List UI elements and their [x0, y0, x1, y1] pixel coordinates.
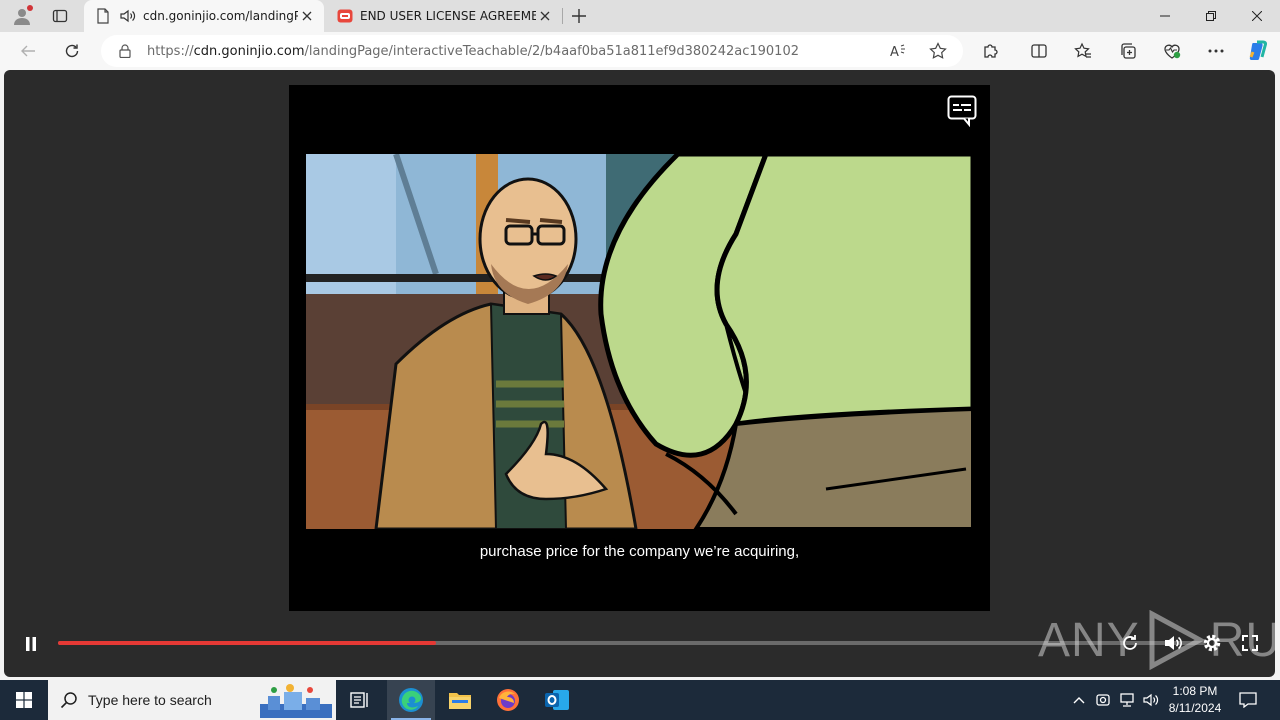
- url-scheme: https://: [147, 43, 194, 59]
- captions-icon: [947, 95, 977, 127]
- taskbar-file-explorer[interactable]: [436, 680, 484, 720]
- restore-icon: [1206, 11, 1216, 21]
- tab-actions-icon: [52, 9, 68, 23]
- restore-button[interactable]: [1188, 0, 1234, 32]
- meet-now-tray[interactable]: [1092, 680, 1114, 720]
- taskbar-edge[interactable]: [387, 680, 435, 720]
- fullscreen-button[interactable]: [1237, 630, 1263, 656]
- lock-icon[interactable]: [117, 43, 133, 59]
- collections-icon: [1121, 43, 1136, 59]
- minimize-icon: [1160, 15, 1170, 17]
- split-screen-button[interactable]: [1024, 36, 1054, 66]
- gear-icon: [1203, 634, 1221, 652]
- clock-time: 1:08 PM: [1172, 684, 1218, 698]
- close-tab-icon[interactable]: [298, 7, 316, 25]
- tab-actions-button[interactable]: [46, 4, 74, 28]
- volume-button[interactable]: [1160, 630, 1186, 656]
- back-arrow-icon: [21, 45, 35, 57]
- extensions-button[interactable]: [976, 36, 1006, 66]
- page-icon: [94, 7, 112, 25]
- close-window-button[interactable]: [1234, 0, 1280, 32]
- profile-button[interactable]: [9, 4, 35, 28]
- favorites-icon: [1074, 42, 1091, 58]
- firefox-icon: [497, 689, 519, 711]
- url-text: https://cdn.goninjio.com/landingPage/int…: [147, 44, 799, 59]
- favorites-button[interactable]: [1068, 36, 1098, 66]
- network-tray[interactable]: [1116, 680, 1138, 720]
- tab-bar: cdn.goninjio.com/landingP END USER LICEN…: [0, 0, 1280, 32]
- outlook-icon: [545, 690, 569, 710]
- windows-logo-icon: [16, 692, 32, 708]
- search-placeholder: Type here to search: [88, 692, 212, 708]
- task-view-icon: [350, 692, 368, 708]
- favorite-star-icon[interactable]: [929, 42, 947, 60]
- replay-icon: [1123, 635, 1137, 650]
- puzzle-icon: [984, 44, 998, 58]
- notifications-button[interactable]: [1234, 680, 1262, 720]
- windows-taskbar: Type here to search 1:08 PM 8/11/2024: [0, 680, 1280, 720]
- refresh-icon: [65, 44, 79, 58]
- plus-icon: [572, 9, 586, 23]
- fullscreen-icon: [1242, 635, 1258, 651]
- eula-favicon-icon: [336, 7, 354, 25]
- pause-button[interactable]: [20, 631, 42, 657]
- video-progress-fill: [58, 641, 436, 645]
- taskbar-clock[interactable]: 1:08 PM 8/11/2024: [1162, 683, 1228, 717]
- svg-text:A: A: [890, 45, 899, 59]
- copilot-button[interactable]: [1243, 36, 1273, 66]
- minimize-button[interactable]: [1142, 0, 1188, 32]
- pause-icon: [26, 637, 36, 651]
- url-host: cdn.goninjio.com: [193, 43, 305, 59]
- address-bar[interactable]: https://cdn.goninjio.com/landingPage/int…: [101, 35, 963, 67]
- taskbar-search-box[interactable]: Type here to search: [48, 680, 336, 720]
- tab-goninjio[interactable]: cdn.goninjio.com/landingP: [84, 0, 324, 32]
- tab-separator: [562, 8, 563, 24]
- volume-tray[interactable]: [1140, 680, 1162, 720]
- video-player[interactable]: purchase price for the company we’re acq…: [289, 85, 990, 611]
- speaker-tray-icon: [1143, 693, 1159, 707]
- close-tab-icon[interactable]: [536, 7, 554, 25]
- edge-icon: [399, 688, 423, 712]
- video-frame-illustration: [306, 154, 973, 529]
- start-button[interactable]: [0, 680, 48, 720]
- more-dots-icon: [1208, 49, 1224, 53]
- network-icon: [1120, 693, 1134, 707]
- notification-icon: [1239, 692, 1257, 708]
- split-screen-icon: [1031, 44, 1047, 58]
- heart-pulse-icon: [1164, 44, 1181, 59]
- search-highlight-illustration: [260, 684, 332, 718]
- video-progress-bar[interactable]: [58, 641, 1206, 645]
- video-subtitle: purchase price for the company we’re acq…: [479, 543, 800, 560]
- copilot-icon: [1249, 40, 1268, 60]
- folder-icon: [449, 693, 471, 709]
- settings-button[interactable]: [1199, 630, 1225, 656]
- tab-eula[interactable]: END USER LICENSE AGREEMENT: [326, 0, 562, 32]
- back-button[interactable]: [13, 36, 43, 66]
- taskbar-firefox[interactable]: [484, 680, 532, 720]
- replay-button[interactable]: [1117, 630, 1143, 656]
- search-icon: [60, 692, 77, 709]
- browser-essentials-button[interactable]: [1157, 36, 1187, 66]
- show-hidden-icons-button[interactable]: [1068, 680, 1090, 720]
- profile-notification-dot: [27, 5, 33, 11]
- volume-icon: [1165, 636, 1182, 650]
- url-path: /landingPage/interactiveTeachable/2/b4aa…: [304, 43, 799, 59]
- chevron-up-icon: [1073, 697, 1085, 704]
- close-icon: [1252, 11, 1262, 21]
- closed-captions-button[interactable]: [946, 95, 978, 129]
- read-aloud-icon[interactable]: A: [889, 42, 907, 60]
- tab-label: cdn.goninjio.com/landingP: [143, 9, 298, 23]
- page-content: purchase price for the company we’re acq…: [4, 70, 1275, 677]
- speaker-icon[interactable]: [118, 7, 138, 25]
- task-view-button[interactable]: [336, 680, 384, 720]
- clock-date: 8/11/2024: [1168, 701, 1222, 715]
- webcam-icon: [1096, 694, 1110, 706]
- browser-toolbar: https://cdn.goninjio.com/landingPage/int…: [0, 32, 1280, 70]
- taskbar-outlook[interactable]: [533, 680, 581, 720]
- tab-label: END USER LICENSE AGREEMENT: [360, 9, 536, 23]
- settings-more-button[interactable]: [1201, 36, 1231, 66]
- collections-button[interactable]: [1113, 36, 1143, 66]
- new-tab-button[interactable]: [566, 4, 592, 28]
- refresh-button[interactable]: [57, 36, 87, 66]
